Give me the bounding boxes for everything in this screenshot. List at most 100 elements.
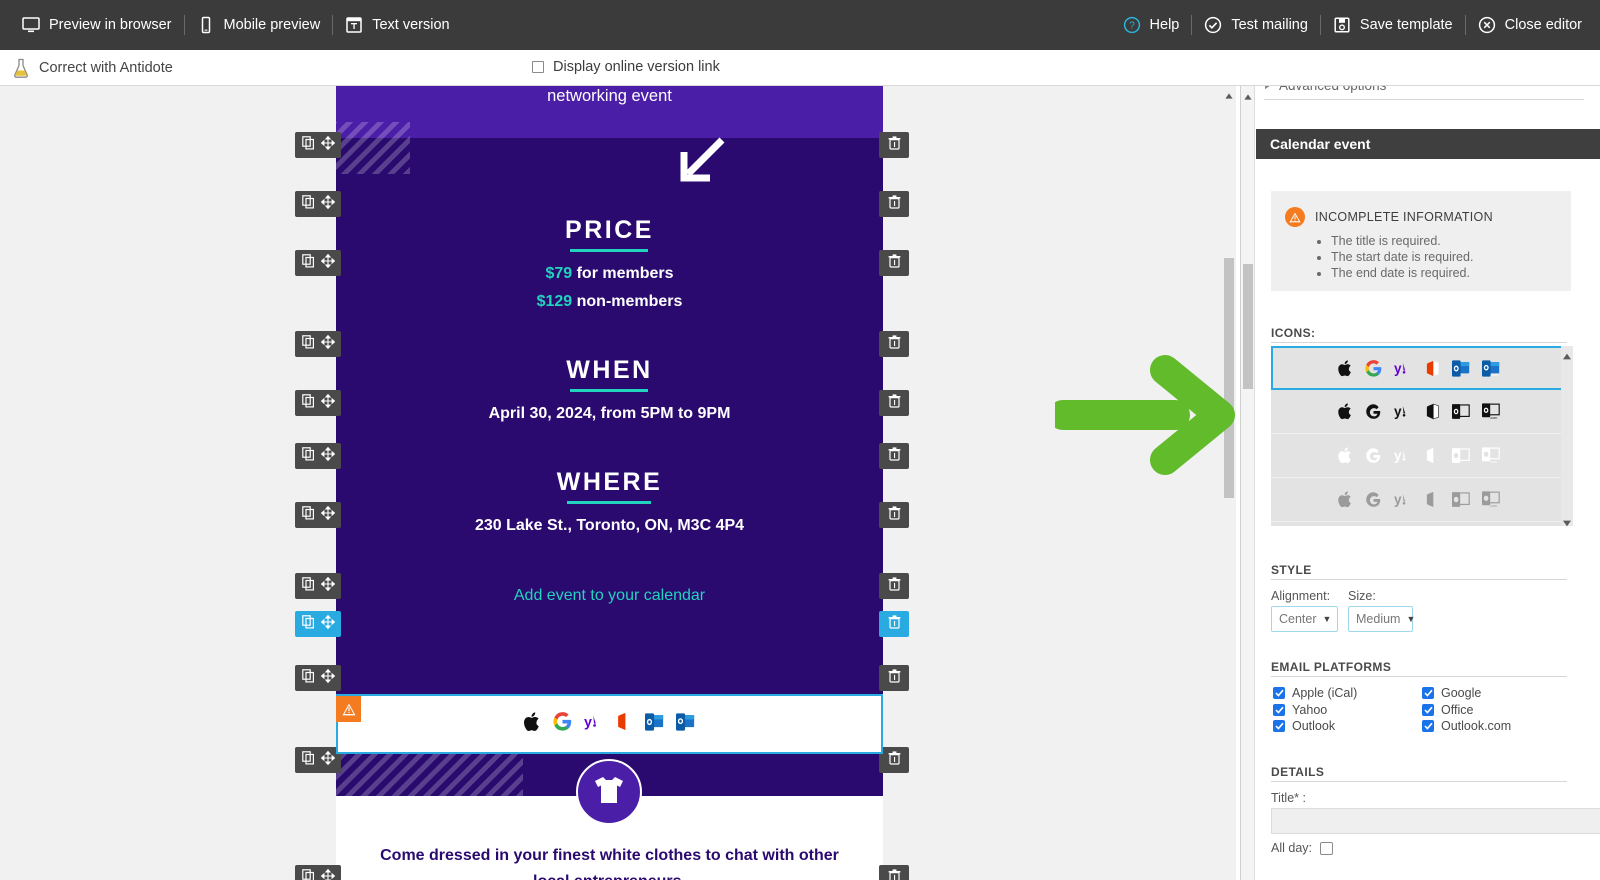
scroll-up-arrow-icon[interactable] [1224, 88, 1234, 99]
move-icon[interactable] [320, 614, 335, 634]
row-controls-2[interactable] [295, 250, 341, 276]
mobile-preview-button[interactable]: Mobile preview [185, 11, 333, 39]
alignment-select[interactable]: Center ▼ [1271, 606, 1338, 632]
checkbox-checked[interactable] [1422, 687, 1434, 699]
copy-icon[interactable] [301, 393, 315, 413]
size-select[interactable]: Medium ▼ [1348, 606, 1415, 632]
platform-outlook-com[interactable]: Outlook.com [1422, 719, 1511, 733]
move-icon[interactable] [320, 253, 335, 273]
row-controls-11[interactable] [295, 865, 341, 880]
row-delete-button-3[interactable] [879, 331, 909, 357]
selected-calendar-icons-block[interactable]: y .com [336, 694, 883, 754]
email-preview[interactable]: networking event PRICE $79 for members $… [336, 86, 883, 880]
copy-icon[interactable] [301, 505, 315, 525]
trash-icon[interactable] [888, 614, 901, 634]
trash-icon[interactable] [888, 505, 901, 525]
canvas-scroll-thumb[interactable] [1224, 258, 1234, 498]
move-icon[interactable] [320, 334, 335, 354]
display-online-version-link-toggle[interactable]: Display online version link [532, 59, 720, 75]
icon-list-scrollbar[interactable] [1561, 346, 1573, 527]
move-icon[interactable] [320, 446, 335, 466]
title-input[interactable] [1271, 808, 1600, 834]
trash-icon[interactable] [888, 668, 901, 688]
row-delete-button-6[interactable] [879, 502, 909, 528]
test-mailing-button[interactable]: Test mailing [1192, 11, 1320, 39]
icon-variant-black[interactable]: y .com [1271, 390, 1567, 434]
trash-icon[interactable] [888, 868, 901, 880]
move-icon[interactable] [320, 135, 335, 155]
copy-icon[interactable] [301, 576, 315, 596]
all-day-toggle[interactable]: All day: [1271, 841, 1333, 855]
copy-icon[interactable] [301, 750, 315, 770]
text-version-button[interactable]: Text version [333, 11, 461, 39]
sidebar-scrollbar[interactable] [1241, 86, 1255, 880]
trash-icon[interactable] [888, 750, 901, 770]
move-icon[interactable] [320, 576, 335, 596]
checkbox-checked[interactable] [1273, 687, 1285, 699]
trash-icon[interactable] [888, 576, 901, 596]
row-controls-0[interactable] [295, 132, 341, 158]
row-delete-button-7[interactable] [879, 573, 909, 599]
row-delete-button-9[interactable] [879, 665, 909, 691]
checkbox-checked[interactable] [1422, 720, 1434, 732]
icon-variant-white[interactable]: y .com [1271, 434, 1567, 478]
row-controls-4[interactable] [295, 390, 341, 416]
platform-google[interactable]: Google [1422, 686, 1481, 700]
row-controls-7[interactable] [295, 573, 341, 599]
move-icon[interactable] [320, 750, 335, 770]
help-button[interactable]: ? Help [1111, 11, 1192, 39]
row-controls-8[interactable] [295, 611, 341, 637]
email-canvas[interactable]: networking event PRICE $79 for members $… [0, 86, 1236, 880]
copy-icon[interactable] [301, 868, 315, 880]
move-icon[interactable] [320, 505, 335, 525]
trash-icon[interactable] [888, 446, 901, 466]
trash-icon[interactable] [888, 393, 901, 413]
add-event-to-calendar-link[interactable]: Add event to your calendar [336, 587, 883, 605]
row-delete-button-2[interactable] [879, 250, 909, 276]
checkbox-checked[interactable] [1422, 704, 1434, 716]
checkbox-checked[interactable] [1273, 720, 1285, 732]
copy-icon[interactable] [301, 614, 315, 634]
platform-yahoo[interactable]: Yahoo [1273, 703, 1327, 717]
trash-icon[interactable] [888, 194, 901, 214]
correct-with-antidote-button[interactable]: Correct with Antidote [0, 58, 173, 78]
calendar-icons-row[interactable]: y .com [523, 711, 695, 737]
row-controls-5[interactable] [295, 443, 341, 469]
apple-icon[interactable] [523, 711, 541, 737]
trash-icon[interactable] [888, 135, 901, 155]
copy-icon[interactable] [301, 194, 315, 214]
icon-variant-color[interactable]: y .com [1271, 346, 1567, 390]
yahoo-icon[interactable]: y [584, 712, 604, 736]
google-icon[interactable] [553, 712, 572, 736]
canvas-scrollbar[interactable] [1222, 86, 1236, 880]
icon-list-scroll-down-arrow-icon[interactable] [1562, 515, 1572, 527]
move-icon[interactable] [320, 393, 335, 413]
office-icon[interactable] [616, 712, 633, 736]
platform-office[interactable]: Office [1422, 703, 1473, 717]
sidebar-scroll-up-arrow-icon[interactable] [1243, 89, 1253, 100]
row-delete-button-10[interactable] [879, 747, 909, 773]
outlook-icon[interactable] [645, 712, 664, 736]
outlook-com-icon[interactable]: .com [676, 712, 695, 736]
row-delete-button-4[interactable] [879, 390, 909, 416]
copy-icon[interactable] [301, 253, 315, 273]
online-version-checkbox[interactable] [532, 61, 544, 73]
copy-icon[interactable] [301, 668, 315, 688]
row-controls-6[interactable] [295, 502, 341, 528]
row-controls-10[interactable] [295, 747, 341, 773]
copy-icon[interactable] [301, 334, 315, 354]
preview-in-browser-button[interactable]: Preview in browser [10, 11, 184, 39]
trash-icon[interactable] [888, 334, 901, 354]
platform-outlook[interactable]: Outlook [1273, 719, 1335, 733]
save-template-button[interactable]: Save template [1321, 11, 1465, 39]
all-day-checkbox[interactable] [1320, 841, 1333, 855]
row-controls-3[interactable] [295, 331, 341, 357]
row-delete-button-11[interactable] [879, 865, 909, 880]
advanced-options-toggle[interactable]: Advanced options [1264, 86, 1584, 100]
move-icon[interactable] [320, 194, 335, 214]
checkbox-checked[interactable] [1273, 704, 1285, 716]
icon-variant-grey[interactable]: y .com [1271, 478, 1567, 522]
row-delete-button-0[interactable] [879, 132, 909, 158]
row-delete-button-5[interactable] [879, 443, 909, 469]
row-delete-button-8[interactable] [879, 611, 909, 637]
